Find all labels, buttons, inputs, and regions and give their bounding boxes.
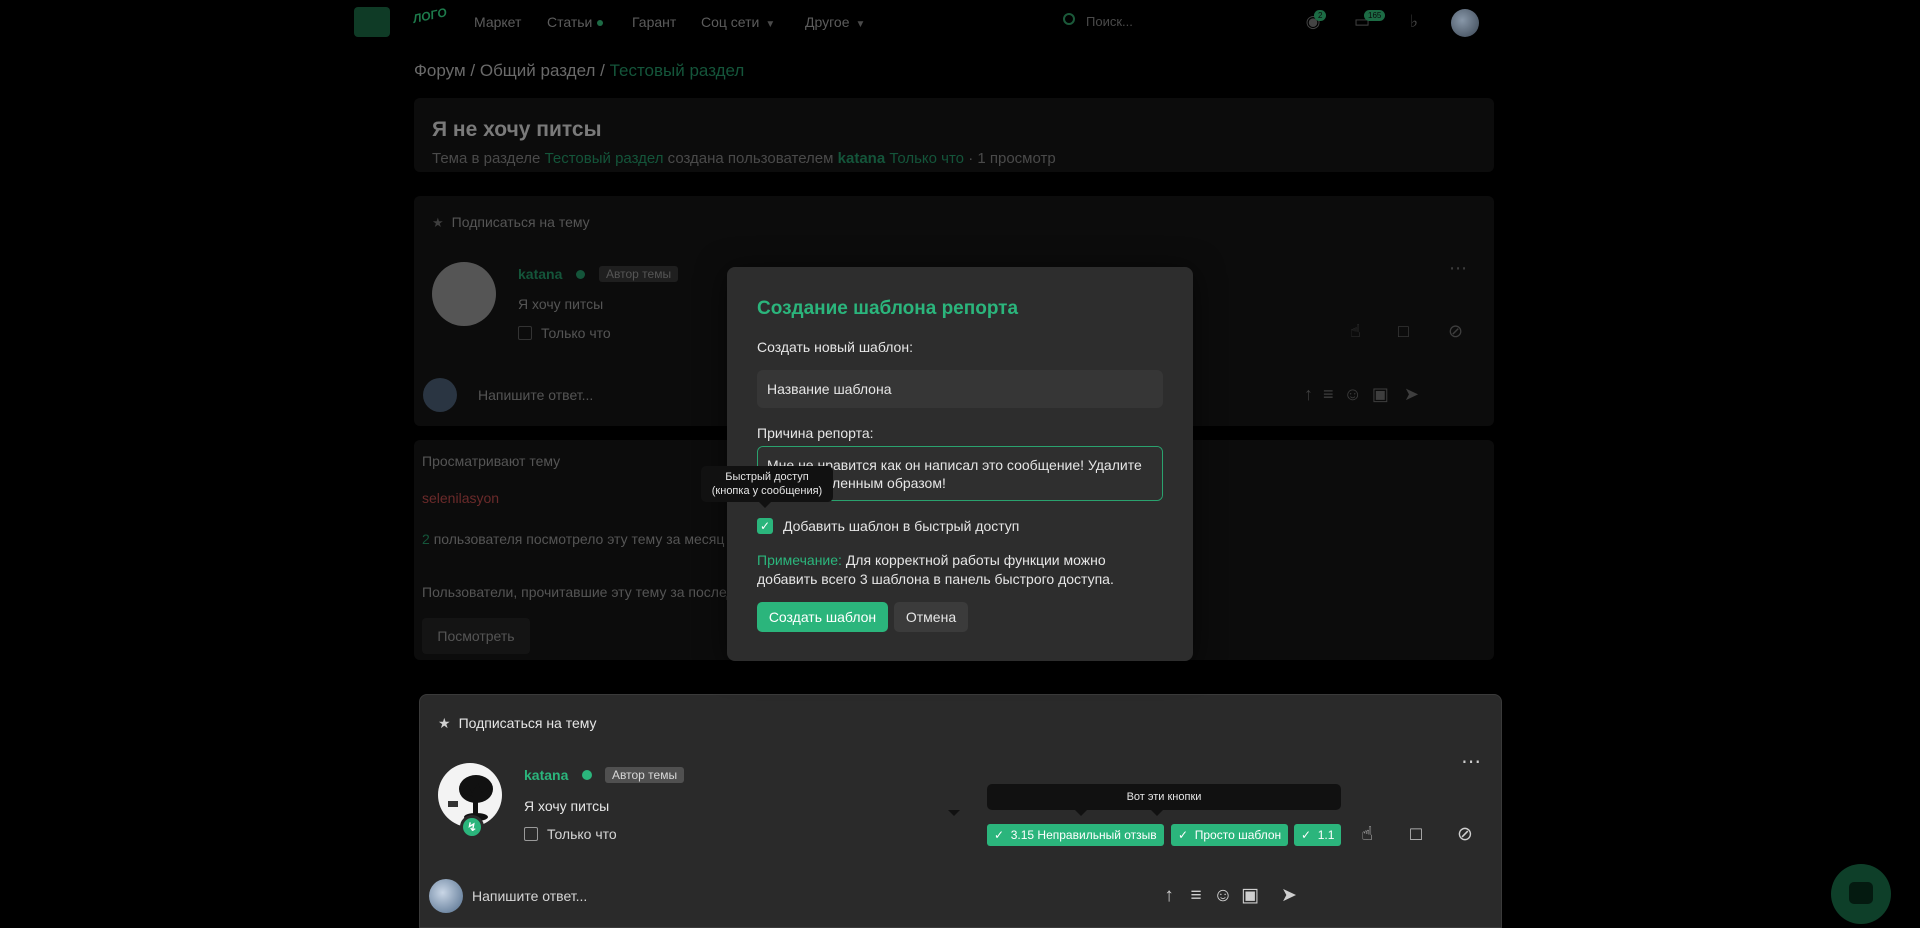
dim-like-icon: ☝: [1350, 321, 1361, 341]
top-navigation-bar: ЛОГО Маркет Статьи Гарант Соц сети ▼ Друг…: [0, 0, 1920, 44]
breadcrumb-forum[interactable]: Форум: [414, 61, 466, 80]
reply-icon[interactable]: □: [1404, 823, 1428, 847]
breadcrumb-general[interactable]: Общий раздел: [480, 61, 596, 80]
breadcrumb: Форум / Общий раздел / Тестовый раздел: [414, 61, 745, 80]
template-name-input[interactable]: [757, 370, 1163, 408]
bell-icon[interactable]: ♭: [1404, 12, 1424, 32]
hide-icon[interactable]: ⊘: [1453, 823, 1477, 847]
buttons-tooltip: Вот эти кнопки: [987, 784, 1341, 810]
only-checkbox[interactable]: Только что: [524, 826, 617, 842]
arrow-up-icon[interactable]: ↑: [1157, 884, 1181, 908]
template-button-1[interactable]: ✓ 3.15 Неправильный отзыв: [987, 824, 1164, 846]
tooltip-arrow: [948, 810, 960, 816]
breadcrumb-test[interactable]: Тестовый раздел: [610, 61, 745, 80]
viewers-title: Просматривают тему: [422, 453, 561, 469]
dim-post-text: Я хочу питсы: [518, 296, 604, 312]
new-template-label: Создать новый шаблон:: [757, 339, 913, 355]
dim-toolbar-icons: ↑ ≡ ☺ ▣ ➤: [1304, 384, 1419, 404]
dim-subscribe: ★ Подписаться на тему: [432, 214, 590, 230]
reason-label: Причина репорта:: [757, 425, 874, 441]
viewers-names: selenilasyon: [422, 490, 500, 506]
chat-bubble-icon: [1849, 882, 1873, 904]
modal-title: Создание шаблона репорта: [757, 298, 1019, 319]
subscribe-link[interactable]: ★ Подписаться на тему: [438, 715, 597, 732]
report-template-modal: Создание шаблона репорта Создать новый ш…: [727, 267, 1193, 661]
smile-icon[interactable]: ☺: [1211, 884, 1235, 908]
dim-only: Только что: [518, 325, 611, 341]
star-icon: ★: [438, 715, 451, 731]
quick-access-label[interactable]: Добавить шаблон в быстрый доступ: [783, 518, 1019, 534]
chat-badge: 165: [1364, 10, 1386, 21]
thread-meta: Тема в разделе Тестовый раздел создана п…: [432, 150, 1056, 167]
thread-title: Я не хочу питсы: [432, 118, 602, 141]
views-info: 2 пользователя посмотрело эту тему за ме…: [422, 531, 725, 547]
more-icon[interactable]: ⋯: [1459, 750, 1483, 774]
site-logo[interactable]: ЛОГО: [412, 4, 455, 37]
dim-reply-placeholder: Напишите ответ...: [478, 387, 594, 403]
quick-access-tooltip: Быстрый доступ (кнопка у сообщения): [701, 466, 833, 502]
cancel-button[interactable]: Отмена: [894, 602, 968, 632]
dim-author: katana: [518, 266, 563, 282]
author-badge: Автор темы: [605, 767, 685, 783]
dim-author-badge: Автор темы: [599, 266, 679, 282]
dim-reply-avatar: [423, 378, 457, 412]
like-icon[interactable]: ☝: [1355, 823, 1379, 847]
quick-access-checkbox[interactable]: ✓: [757, 518, 773, 534]
lightning-icon: ↯: [460, 815, 484, 839]
nav-item-market[interactable]: Маркет: [474, 14, 521, 30]
nav-item-articles[interactable]: Статьи: [547, 14, 604, 30]
dim-online-dot: [576, 270, 585, 279]
dim-avatar: [432, 262, 496, 326]
author-name[interactable]: katana: [524, 767, 568, 783]
tooltip-arrow: [1151, 810, 1163, 816]
image-icon[interactable]: ▣: [1238, 884, 1262, 908]
tooltip-arrow: [759, 502, 771, 508]
readers-info: Пользователи, прочитавшие эту тему за по…: [422, 584, 743, 600]
template-button-3[interactable]: ✓ 1.1: [1294, 824, 1342, 846]
search-input[interactable]: Поиск...: [1060, 10, 1320, 34]
checkbox-icon: [524, 827, 538, 841]
chat-fab-button[interactable]: [1831, 864, 1891, 924]
note-text: Примечание: Для корректной работы функци…: [757, 552, 1114, 587]
view-button[interactable]: Посмотреть: [422, 618, 530, 654]
post-text: Я хочу питсы: [524, 798, 610, 814]
reply-avatar[interactable]: [429, 879, 463, 913]
activity-badge: 2: [1314, 10, 1327, 21]
dim-more-icon: ⋯: [1449, 258, 1467, 278]
send-icon[interactable]: ➤: [1277, 884, 1301, 908]
dim-reply-icon: □: [1398, 321, 1409, 341]
dim-hide-icon: ⊘: [1448, 321, 1464, 341]
nav-item-guarantor[interactable]: Гарант: [632, 14, 676, 30]
nav-item-social[interactable]: Соц сети ▼: [701, 14, 775, 30]
post-card: ★ Подписаться на тему ↯ katana Автор темы…: [419, 694, 1502, 928]
online-indicator: [582, 770, 592, 780]
list-icon[interactable]: ≡: [1184, 884, 1208, 908]
menu-icon[interactable]: [354, 7, 390, 37]
reply-input[interactable]: [472, 879, 1072, 913]
tooltip-arrow: [1075, 810, 1087, 816]
user-avatar[interactable]: [1451, 9, 1479, 37]
nav-item-other[interactable]: Другое ▼: [805, 14, 865, 30]
create-template-button[interactable]: Создать шаблон: [757, 602, 888, 632]
template-button-2[interactable]: ✓ Просто шаблон: [1171, 824, 1289, 846]
